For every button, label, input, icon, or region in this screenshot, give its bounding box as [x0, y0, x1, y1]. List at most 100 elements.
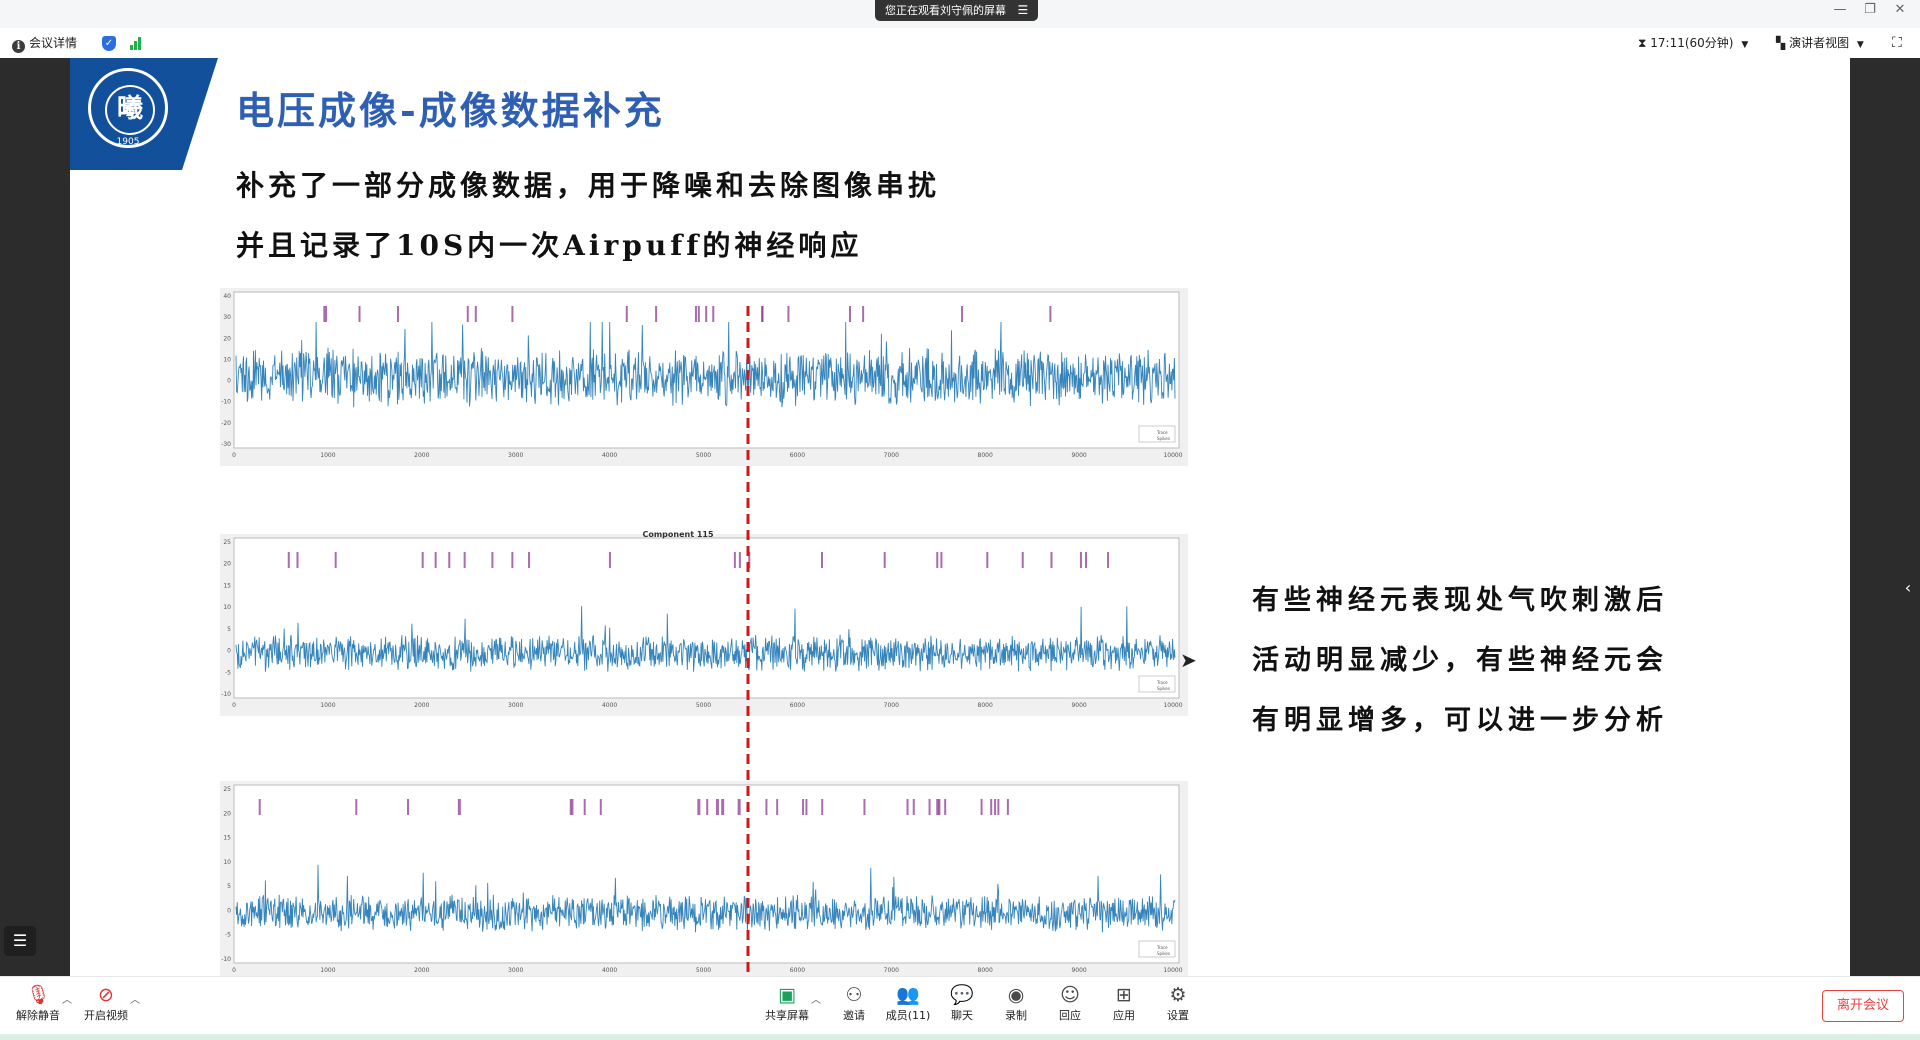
spike-mark [1107, 552, 1110, 568]
banner-menu-icon[interactable]: ☰ [1018, 3, 1029, 17]
chat-button[interactable]: 💬 聊天 [934, 983, 990, 1023]
share-options-chevron-icon[interactable]: ︿ [811, 991, 821, 1006]
x-tick-label: 0 [232, 967, 236, 974]
x-tick-label: 6000 [790, 967, 805, 974]
spike-mark [936, 552, 939, 568]
share-screen-icon: ▣ [778, 984, 796, 1006]
y-tick-label: 5 [227, 626, 231, 633]
y-tick-label: 40 [223, 293, 231, 300]
spike-mark [625, 306, 628, 322]
spike-mark [721, 799, 725, 815]
y-tick-label: 25 [223, 786, 231, 793]
y-tick-label: 10 [223, 859, 231, 866]
y-tick-label: -10 [221, 691, 231, 698]
fullscreen-icon[interactable]: ⛶ [1892, 28, 1902, 58]
x-tick-label: 2000 [414, 702, 429, 709]
start-video-button[interactable]: ⊘ 开启视频 [78, 983, 134, 1023]
x-tick-label: 9000 [1071, 967, 1086, 974]
spike-mark [994, 799, 997, 815]
spike-mark [761, 306, 764, 322]
spike-mark [474, 306, 477, 322]
spike-mark [697, 306, 700, 322]
y-tick-label: 20 [223, 810, 231, 817]
spike-mark [1079, 552, 1082, 568]
speaker-view-icon: ▚ [1776, 36, 1786, 50]
spike-mark [697, 799, 701, 815]
spike-mark [323, 306, 326, 322]
meeting-timer[interactable]: ⧗ 17:11(60分钟) ▼ [1638, 28, 1748, 58]
chat-icon: 💬 [950, 984, 974, 1006]
x-tick-label: 3000 [508, 967, 523, 974]
spike-mark [705, 306, 708, 322]
spike-mark [776, 799, 779, 815]
legend-label: Spikes [1157, 951, 1170, 956]
list-menu-icon[interactable]: ☰ [4, 926, 36, 956]
university-logo: 曦 1905 [88, 68, 168, 148]
spike-mark [571, 799, 574, 815]
spike-mark [655, 306, 658, 322]
logo-emblem: 曦 [105, 85, 155, 135]
spike-mark [821, 799, 824, 815]
spike-mark [407, 799, 410, 815]
video-options-chevron-icon[interactable]: ︿ [130, 991, 140, 1006]
spike-mark [706, 799, 709, 815]
spike-mark [511, 306, 514, 322]
spike-mark [334, 552, 337, 568]
screen-share-banner[interactable]: 您正在观看刘守佩的屏幕 ☰ [875, 0, 1039, 21]
banner-text: 您正在观看刘守佩的屏幕 [885, 4, 1006, 17]
gear-icon: ⚙ [1169, 984, 1187, 1006]
x-tick-label: 7000 [884, 452, 899, 459]
hourglass-icon: ⧗ [1638, 36, 1647, 50]
y-tick-label: 20 [223, 561, 231, 568]
invite-icon: ⚇ [845, 984, 863, 1006]
spike-mark [396, 306, 399, 322]
spike-mark [457, 799, 461, 815]
spike-mark [912, 799, 915, 815]
invite-button[interactable]: ⚇ 邀请 [826, 983, 882, 1023]
spike-mark [287, 552, 290, 568]
close-icon[interactable]: ✕ [1890, 2, 1910, 17]
note-line-3: 有明显增多，可以进一步分析 [1252, 705, 1668, 736]
collapse-sidebar-button[interactable]: ‹ [1896, 570, 1920, 606]
x-tick-label: 5000 [696, 702, 711, 709]
leave-meeting-button[interactable]: 离开会议 [1822, 990, 1904, 1022]
x-tick-label: 2000 [414, 967, 429, 974]
view-mode-button[interactable]: ▚ 演讲者视图 ▼ [1776, 28, 1864, 58]
spike-mark [1050, 552, 1053, 568]
legend-label: Spikes [1157, 436, 1170, 441]
chevron-down-icon: ▼ [1856, 40, 1864, 50]
y-tick-label: 5 [227, 883, 231, 890]
y-tick-label: -10 [221, 399, 231, 406]
x-tick-label: 10000 [1163, 702, 1182, 709]
spike-mark [940, 552, 943, 568]
spike-mark [1049, 306, 1052, 322]
spike-mark [599, 799, 602, 815]
spike-mark [787, 306, 790, 322]
network-signal-icon[interactable] [130, 37, 144, 50]
spike-mark [936, 799, 940, 815]
share-screen-label: 共享屏幕 [765, 1009, 809, 1022]
slide-text-line-2: 并且记录了10S内一次Airpuff的神经响应 [236, 229, 863, 262]
reactions-button[interactable]: ☺ 回应 [1042, 983, 1098, 1023]
reactions-icon: ☺ [1060, 984, 1080, 1006]
members-button[interactable]: 👥 成员(11) [880, 983, 936, 1023]
unmute-button[interactable]: 🎙 解除静音 [10, 983, 66, 1023]
share-screen-button[interactable]: ▣ 共享屏幕 [759, 983, 815, 1023]
audio-options-chevron-icon[interactable]: ︿ [62, 991, 72, 1006]
spike-mark [528, 552, 531, 568]
meeting-info-button[interactable]: i 会议详情 [12, 28, 77, 58]
settings-button[interactable]: ⚙ 设置 [1150, 983, 1206, 1023]
x-tick-label: 8000 [978, 452, 993, 459]
spike-mark [802, 799, 805, 815]
record-button[interactable]: ◉ 录制 [988, 983, 1044, 1023]
legend-label: Spikes [1157, 686, 1170, 691]
settings-label: 设置 [1167, 1009, 1189, 1022]
x-tick-label: 6000 [790, 452, 805, 459]
security-shield-icon[interactable]: ✓ [102, 36, 116, 51]
restore-icon[interactable]: ❐ [1860, 2, 1880, 17]
spike-mark [712, 306, 715, 322]
apps-button[interactable]: ⊞ 应用 [1096, 983, 1152, 1023]
y-tick-label: 10 [223, 604, 231, 611]
minimize-icon[interactable]: — [1830, 2, 1850, 17]
apps-label: 应用 [1113, 1009, 1135, 1022]
